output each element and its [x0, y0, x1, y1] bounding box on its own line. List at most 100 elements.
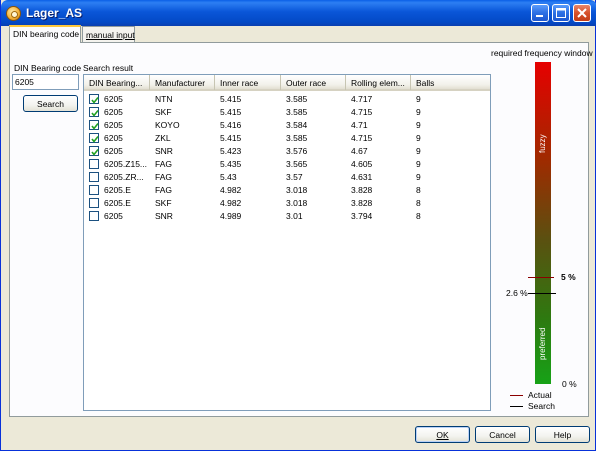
- cell-din: 6205.ZR...: [104, 172, 144, 182]
- cell-rolling-elem: 4.715: [351, 107, 373, 117]
- cell-rolling-elem: 4.605: [351, 159, 373, 169]
- legend-search-label: Search: [528, 401, 555, 411]
- table-row[interactable]: 6205 SKF 5.415 3.585 4.715 9: [84, 106, 490, 119]
- zone-preferred-label: preferred: [538, 327, 547, 360]
- cancel-button-label: Cancel: [489, 430, 516, 440]
- table-row[interactable]: 6205 NTN 5.415 3.585 4.717 9: [84, 93, 490, 106]
- zone-fuzzy-label: fuzzy: [538, 134, 547, 153]
- search-result-label: Search result: [83, 63, 134, 73]
- column-header-inner-race[interactable]: Inner race: [215, 75, 281, 90]
- cell-outer-race: 3.584: [286, 120, 308, 130]
- help-button[interactable]: Help: [535, 426, 590, 443]
- cell-manufacturer: FAG: [155, 185, 173, 195]
- cell-manufacturer: SKF: [155, 107, 172, 117]
- cell-balls: 9: [416, 133, 421, 143]
- search-result-list[interactable]: DIN Bearing... Manufacturer Inner race O…: [83, 74, 491, 411]
- minimize-button[interactable]: [531, 4, 549, 22]
- cell-manufacturer: SNR: [155, 211, 173, 221]
- title-bar[interactable]: Lager_AS: [1, 0, 596, 26]
- table-row[interactable]: 6205.E FAG 4.982 3.018 3.828 8: [84, 184, 490, 197]
- meter-title: required frequency window: [491, 48, 593, 58]
- checkmark-icon: [91, 97, 99, 104]
- cell-balls: 8: [416, 211, 421, 221]
- cell-inner-race: 5.43: [220, 172, 237, 182]
- search-marker: [528, 292, 556, 294]
- cell-rolling-elem: 4.715: [351, 133, 373, 143]
- column-header-outer-race[interactable]: Outer race: [281, 75, 346, 90]
- cell-din: 6205: [104, 211, 123, 221]
- cell-inner-race: 5.435: [220, 159, 242, 169]
- cell-inner-race: 5.423: [220, 146, 242, 156]
- close-button[interactable]: [573, 4, 591, 22]
- cell-manufacturer: ZKL: [155, 133, 171, 143]
- cell-manufacturer: KOYO: [155, 120, 180, 130]
- table-row[interactable]: 6205.E SKF 4.982 3.018 3.828 8: [84, 197, 490, 210]
- cell-outer-race: 3.565: [286, 159, 308, 169]
- tab-label: manual input: [86, 30, 135, 40]
- cell-balls: 8: [416, 198, 421, 208]
- cell-outer-race: 3.585: [286, 94, 308, 104]
- cell-rolling-elem: 3.828: [351, 185, 373, 195]
- tab-manual-input[interactable]: manual input: [82, 26, 135, 42]
- row-checkbox[interactable]: [89, 94, 99, 104]
- cell-din: 6205.Z15...: [104, 159, 148, 169]
- cell-rolling-elem: 4.67: [351, 146, 368, 156]
- cell-din: 6205: [104, 107, 123, 117]
- cell-balls: 9: [416, 146, 421, 156]
- cell-outer-race: 3.018: [286, 198, 308, 208]
- column-header-din[interactable]: DIN Bearing...: [84, 75, 150, 90]
- row-checkbox[interactable]: [89, 146, 99, 156]
- ok-button[interactable]: OK: [415, 426, 470, 443]
- cell-manufacturer: FAG: [155, 172, 173, 182]
- cell-outer-race: 3.576: [286, 146, 308, 156]
- actual-marker: [528, 277, 554, 278]
- cell-inner-race: 5.416: [220, 120, 242, 130]
- tab-din-bearing-code[interactable]: DIN bearing code: [9, 25, 81, 43]
- close-icon: [577, 8, 587, 18]
- checkmark-icon: [91, 123, 99, 130]
- cell-manufacturer: FAG: [155, 159, 173, 169]
- cell-balls: 9: [416, 94, 421, 104]
- maximize-button[interactable]: [552, 4, 570, 22]
- cell-inner-race: 5.415: [220, 94, 242, 104]
- din-code-input[interactable]: [12, 74, 79, 90]
- cell-din: 6205.E: [104, 185, 131, 195]
- cell-din: 6205: [104, 94, 123, 104]
- cancel-button[interactable]: Cancel: [475, 426, 530, 443]
- column-header-balls[interactable]: Balls: [411, 75, 490, 90]
- cell-outer-race: 3.585: [286, 133, 308, 143]
- row-checkbox[interactable]: [89, 185, 99, 195]
- cell-din: 6205: [104, 146, 123, 156]
- cell-rolling-elem: 3.828: [351, 198, 373, 208]
- cell-rolling-elem: 4.71: [351, 120, 368, 130]
- row-checkbox[interactable]: [89, 159, 99, 169]
- table-row[interactable]: 6205.Z15... FAG 5.435 3.565 4.605 9: [84, 158, 490, 171]
- row-checkbox[interactable]: [89, 172, 99, 182]
- checkmark-icon: [91, 149, 99, 156]
- row-checkbox[interactable]: [89, 133, 99, 143]
- cell-inner-race: 4.982: [220, 185, 242, 195]
- row-checkbox[interactable]: [89, 198, 99, 208]
- tab-label: DIN bearing code: [13, 29, 80, 39]
- row-checkbox[interactable]: [89, 211, 99, 221]
- cell-outer-race: 3.018: [286, 185, 308, 195]
- table-row[interactable]: 6205 KOYO 5.416 3.584 4.71 9: [84, 119, 490, 132]
- cell-rolling-elem: 4.631: [351, 172, 373, 182]
- column-header-manufacturer[interactable]: Manufacturer: [150, 75, 215, 90]
- table-row[interactable]: 6205 SNR 4.989 3.01 3.794 8: [84, 210, 490, 223]
- legend-actual-label: Actual: [528, 390, 552, 400]
- search-button[interactable]: Search: [23, 95, 78, 112]
- row-checkbox[interactable]: [89, 107, 99, 117]
- cell-inner-race: 5.415: [220, 107, 242, 117]
- search-button-label: Search: [37, 99, 64, 109]
- cell-din: 6205.E: [104, 198, 131, 208]
- cell-inner-race: 4.982: [220, 198, 242, 208]
- table-row[interactable]: 6205.ZR... FAG 5.43 3.57 4.631 9: [84, 171, 490, 184]
- row-checkbox[interactable]: [89, 120, 99, 130]
- column-header-rolling-elem[interactable]: Rolling elem...: [346, 75, 411, 90]
- cell-manufacturer: SNR: [155, 146, 173, 156]
- table-row[interactable]: 6205 ZKL 5.415 3.585 4.715 9: [84, 132, 490, 145]
- cell-rolling-elem: 4.717: [351, 94, 373, 104]
- table-row[interactable]: 6205 SNR 5.423 3.576 4.67 9: [84, 145, 490, 158]
- maximize-icon: [556, 8, 566, 18]
